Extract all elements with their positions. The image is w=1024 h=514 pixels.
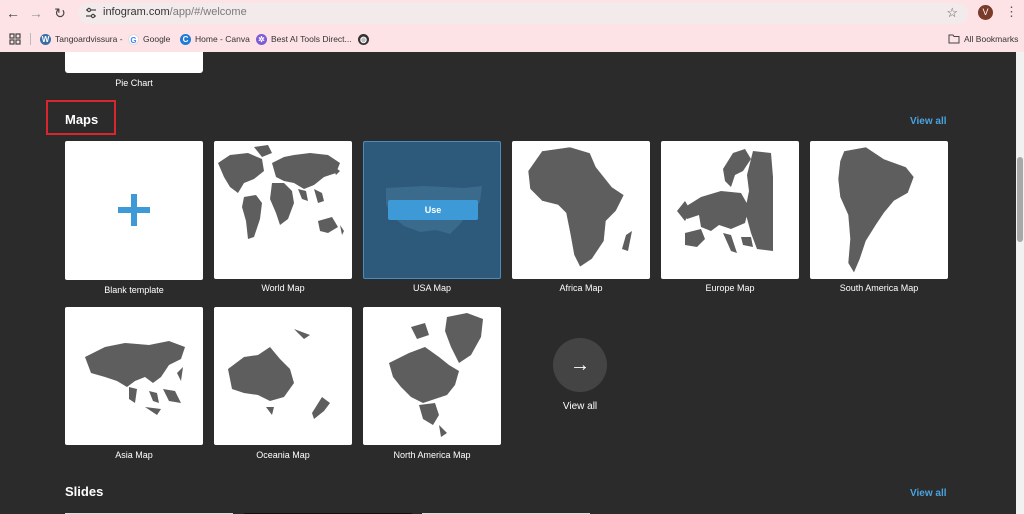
page-content: Pie Chart Maps View all Blank template W…: [0, 52, 1016, 514]
maps-view-all-link[interactable]: View all: [910, 116, 947, 127]
back-arrow-icon[interactable]: ←: [3, 3, 23, 23]
map-caption: Blank template: [104, 285, 164, 295]
view-all-arrow-button[interactable]: →: [553, 338, 607, 392]
asia-map-icon: [85, 341, 185, 415]
bookmark-label: Tangoardvissura -: [55, 34, 123, 44]
bookmark-best-ai-tools[interactable]: ✲ Best AI Tools Direct...: [256, 32, 352, 46]
url-text: infogram.com/app/#/welcome: [103, 6, 247, 18]
map-caption: World Map: [261, 283, 305, 293]
pie-chart-caption: Pie Chart: [115, 78, 153, 88]
map-caption: North America Map: [393, 450, 471, 460]
page-scrollbar[interactable]: [1016, 52, 1024, 514]
map-caption: Oceania Map: [256, 450, 310, 460]
view-all-tile-label[interactable]: View all: [511, 401, 649, 412]
address-bar[interactable]: infogram.com/app/#/welcome ☆: [78, 3, 968, 24]
use-template-button[interactable]: Use: [388, 200, 478, 220]
profile-avatar[interactable]: V: [978, 5, 993, 20]
gear-icon: ✲: [256, 33, 267, 45]
pie-chart-template-card[interactable]: [65, 52, 203, 73]
map-caption: Africa Map: [559, 283, 603, 293]
reload-icon[interactable]: ↻: [50, 3, 70, 23]
maps-section-title: Maps: [65, 112, 99, 127]
bookmark-tangoardvissura[interactable]: W Tangoardvissura -: [40, 32, 123, 46]
south-america-map-card[interactable]: [810, 141, 948, 279]
world-map-card[interactable]: [214, 141, 352, 279]
google-icon: G: [128, 33, 139, 45]
slides-section-title: Slides: [65, 484, 104, 499]
africa-map-icon: [527, 146, 632, 268]
scrollbar-thumb[interactable]: [1017, 157, 1023, 242]
slides-view-all-link[interactable]: View all: [910, 488, 947, 499]
arrow-right-icon: →: [570, 354, 590, 376]
url-host: infogram.com: [103, 6, 170, 18]
canva-icon: C: [180, 33, 191, 45]
browser-menu-icon[interactable]: ⋮: [1005, 4, 1018, 20]
map-caption: Asia Map: [115, 450, 153, 460]
folder-icon: [948, 34, 960, 44]
bookmark-label: Google: [143, 34, 171, 44]
bookmark-label: Home - Canva: [195, 34, 250, 44]
oceania-map-card[interactable]: [214, 307, 352, 445]
bookmark-google[interactable]: G Google: [128, 32, 170, 46]
map-caption: Europe Map: [705, 283, 755, 293]
bookmarks-divider: [30, 33, 31, 45]
globe-icon: ◍: [358, 33, 369, 45]
site-settings-icon[interactable]: [84, 6, 98, 20]
url-path: /app/#/welcome: [169, 6, 247, 18]
bookmark-star-icon[interactable]: ☆: [946, 5, 958, 21]
bookmark-canva[interactable]: C Home - Canva: [180, 32, 250, 46]
asia-map-card[interactable]: [65, 307, 203, 445]
all-bookmarks-label: All Bookmarks: [964, 34, 1019, 44]
wordpress-icon: W: [40, 33, 51, 45]
forward-arrow-icon[interactable]: →: [26, 3, 46, 23]
africa-map-card[interactable]: [512, 141, 650, 279]
all-bookmarks[interactable]: All Bookmarks: [948, 32, 1018, 46]
europe-map-card[interactable]: [661, 141, 799, 279]
bookmarks-bar: W Tangoardvissura - G Google C Home - Ca…: [0, 28, 1024, 50]
europe-map-icon: [677, 149, 773, 253]
map-caption: USA Map: [412, 283, 452, 293]
bookmark-label: Best AI Tools Direct...: [271, 34, 352, 44]
browser-chrome: ← → ↻ infogram.com/app/#/welcome ☆ V ⋮ W…: [0, 0, 1024, 52]
south-america-map-icon: [837, 146, 915, 274]
map-caption: South America Map: [839, 283, 919, 293]
apps-grid-icon[interactable]: [9, 33, 21, 45]
north-america-map-icon: [389, 313, 483, 437]
bookmark-globe[interactable]: ◍: [358, 32, 369, 46]
plus-icon: [118, 194, 150, 226]
oceania-map-icon: [228, 329, 330, 419]
usa-map-card[interactable]: Use: [363, 141, 501, 279]
north-america-map-card[interactable]: [363, 307, 501, 445]
world-map-icon: [218, 145, 344, 239]
blank-template-card[interactable]: [65, 141, 203, 280]
